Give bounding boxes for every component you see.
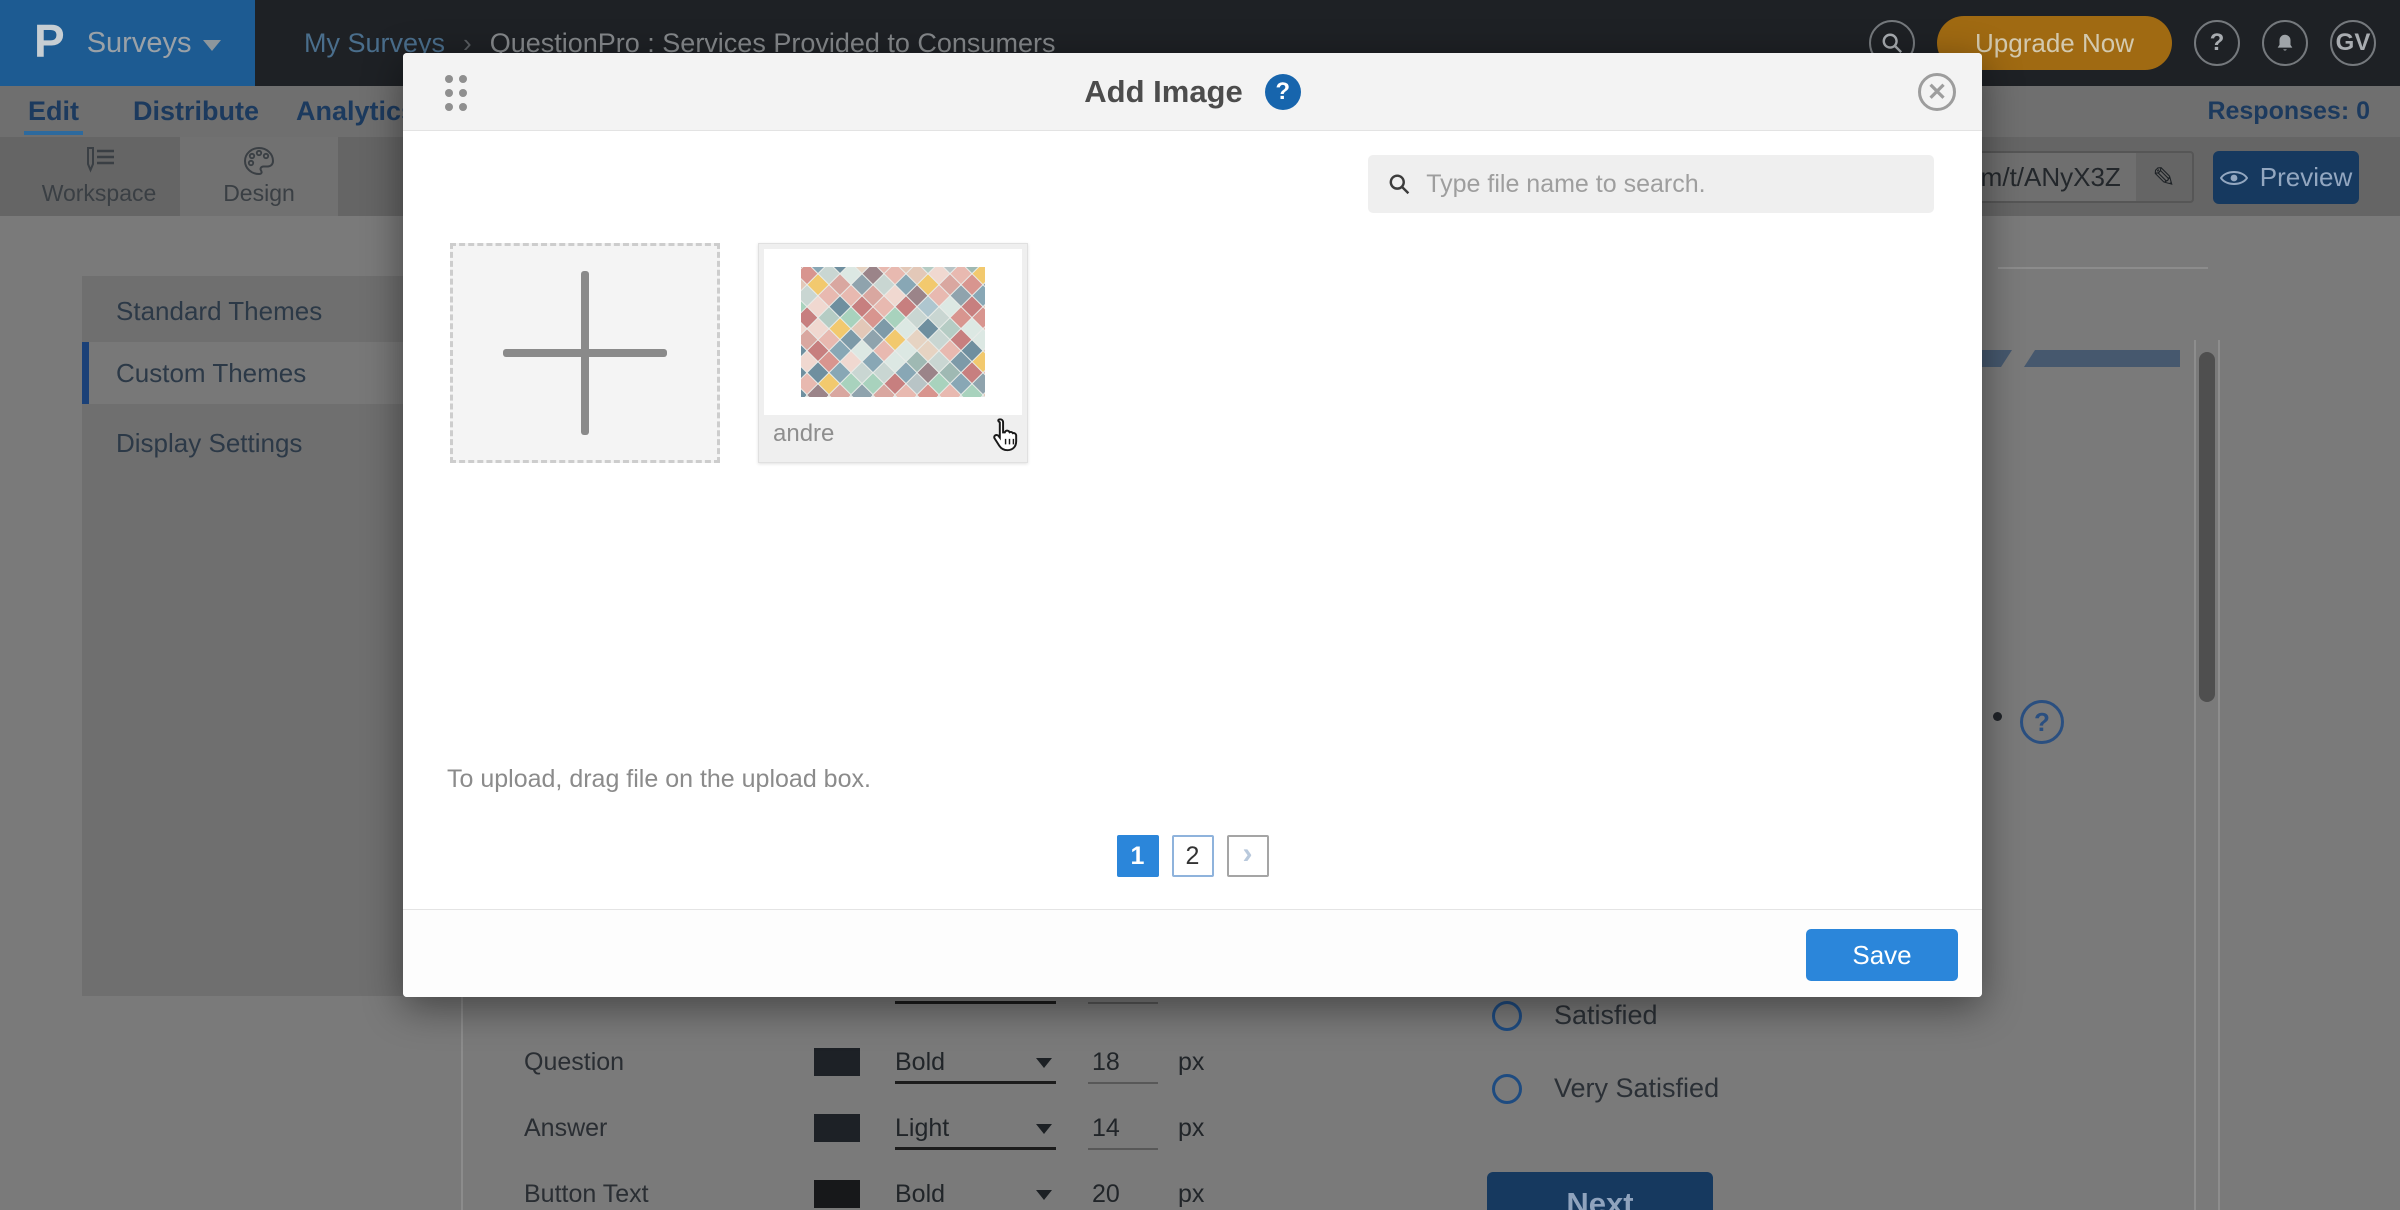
tab-distribute[interactable]: Distribute bbox=[133, 86, 259, 137]
preview-button[interactable]: Preview bbox=[2213, 151, 2359, 204]
toolbar-item-label: Design bbox=[223, 180, 295, 207]
notifications-button[interactable] bbox=[2262, 20, 2308, 66]
sidebar-item-label: Custom Themes bbox=[116, 358, 306, 389]
image-mat bbox=[764, 249, 1022, 415]
page-button-1[interactable]: 1 bbox=[1117, 835, 1159, 877]
font-size-input[interactable]: 14 bbox=[1088, 1114, 1158, 1150]
file-search[interactable] bbox=[1368, 155, 1934, 213]
product-switcher[interactable]: P Surveys bbox=[0, 0, 255, 86]
next-page-button[interactable]: › bbox=[1227, 835, 1269, 877]
pencil-tip-icon bbox=[1993, 712, 2002, 721]
avatar-initials: GV bbox=[2336, 29, 2371, 57]
color-swatch[interactable] bbox=[814, 1180, 860, 1208]
sidebar-item-display-settings[interactable]: Display Settings bbox=[82, 412, 403, 474]
tab-edit[interactable]: Edit bbox=[28, 86, 79, 137]
sidebar-item-label: Standard Themes bbox=[116, 296, 322, 327]
scrollbar-thumb[interactable] bbox=[2199, 352, 2215, 702]
question-icon: ? bbox=[2210, 29, 2225, 57]
preview-label: Preview bbox=[2260, 162, 2352, 193]
answer-option-very-satisfied[interactable]: Very Satisfied bbox=[1492, 1073, 1719, 1104]
modal-help-icon[interactable]: ? bbox=[1265, 74, 1301, 110]
unit-label: px bbox=[1178, 1114, 1204, 1143]
sidebar-item-label: Display Settings bbox=[116, 428, 302, 459]
palette-icon bbox=[242, 146, 276, 176]
edit-url-pencil-icon[interactable]: ✎ bbox=[2136, 161, 2192, 194]
sidebar-item-standard-themes[interactable]: Standard Themes bbox=[82, 280, 403, 342]
plus-icon bbox=[503, 271, 667, 435]
page-button-2[interactable]: 2 bbox=[1172, 835, 1214, 877]
close-icon[interactable]: ✕ bbox=[1918, 73, 1956, 111]
tab-analytics[interactable]: Analytics bbox=[296, 86, 416, 137]
question-help-icon[interactable]: ? bbox=[2020, 700, 2064, 744]
font-size-input[interactable]: 18 bbox=[1088, 1048, 1158, 1084]
modal-footer: Save bbox=[403, 909, 1982, 997]
unit-label: px bbox=[1178, 1048, 1204, 1077]
search-icon bbox=[1881, 32, 1903, 54]
bell-icon bbox=[2274, 32, 2296, 54]
survey-card-border bbox=[461, 995, 463, 1210]
toolbar-item-design[interactable]: Design bbox=[180, 137, 338, 216]
progress-segment bbox=[2024, 350, 2180, 367]
questionpro-logo-icon: P bbox=[34, 18, 65, 64]
radio-icon[interactable] bbox=[1492, 1001, 1522, 1031]
survey-card-border bbox=[1998, 267, 2208, 269]
product-label: Surveys bbox=[87, 27, 192, 60]
upload-dropzone[interactable] bbox=[450, 243, 720, 463]
typography-row-question: Question Bold 18 px bbox=[0, 1048, 1400, 1088]
pagination: 1 2 › bbox=[403, 835, 1982, 877]
font-weight-value: Bold bbox=[895, 1180, 945, 1208]
themes-sidebar: Standard Themes Custom Themes Display Se… bbox=[82, 276, 403, 996]
font-weight-select[interactable]: Light bbox=[895, 1114, 1056, 1150]
toolbar-item-label: Workspace bbox=[42, 180, 157, 207]
toolbar-item-workspace[interactable]: Workspace bbox=[20, 137, 178, 216]
radio-icon[interactable] bbox=[1492, 1074, 1522, 1104]
responses-count: Responses: 0 bbox=[2207, 86, 2370, 137]
unit-label: px bbox=[1178, 1180, 1204, 1209]
modal-title: Add Image bbox=[1084, 74, 1242, 110]
modal-title-wrap: Add Image ? bbox=[403, 53, 1982, 131]
font-weight-select[interactable]: Bold bbox=[895, 1180, 1056, 1210]
font-weight-value: Light bbox=[895, 1114, 949, 1142]
radio-label: Very Satisfied bbox=[1554, 1073, 1719, 1104]
search-icon bbox=[1388, 172, 1410, 196]
product-menu[interactable]: Surveys bbox=[87, 27, 222, 60]
font-size-input[interactable]: 20 bbox=[1088, 1180, 1158, 1210]
chevron-down-icon bbox=[1036, 1124, 1052, 1134]
row-label: Answer bbox=[524, 1114, 607, 1143]
row-label: Button Text bbox=[524, 1180, 649, 1209]
color-swatch[interactable] bbox=[814, 1048, 860, 1076]
chevron-down-icon bbox=[203, 40, 221, 51]
typography-row-button-text: Button Text Bold 20 px bbox=[0, 1180, 1400, 1210]
active-item-accent bbox=[82, 342, 89, 404]
sidebar-item-custom-themes[interactable]: Custom Themes bbox=[82, 342, 403, 404]
chevron-down-icon bbox=[1036, 1058, 1052, 1068]
file-name-label: andre bbox=[773, 420, 834, 448]
typography-row-answer: Answer Light 14 px bbox=[0, 1114, 1400, 1154]
app-root: P Surveys My Surveys › QuestionPro : Ser… bbox=[0, 0, 2400, 1210]
question-glyph: ? bbox=[2034, 707, 2050, 738]
eye-icon bbox=[2220, 168, 2248, 188]
mosaic-thumbnail-image bbox=[801, 267, 985, 397]
upload-hint-text: To upload, drag file on the upload box. bbox=[447, 765, 871, 794]
font-weight-value: Bold bbox=[895, 1048, 945, 1076]
answer-option-satisfied[interactable]: Satisfied bbox=[1492, 1000, 1658, 1031]
font-weight-select[interactable]: Bold bbox=[895, 1048, 1056, 1084]
add-image-modal: Add Image ? ✕ andre To upload, d bbox=[403, 53, 1982, 997]
save-button[interactable]: Save bbox=[1806, 929, 1958, 981]
chevron-down-icon bbox=[1036, 1190, 1052, 1200]
radio-label: Satisfied bbox=[1554, 1000, 1658, 1031]
search-input[interactable] bbox=[1426, 170, 1914, 199]
image-file-card[interactable]: andre bbox=[758, 243, 1028, 463]
workspace-icon bbox=[81, 146, 117, 176]
avatar[interactable]: GV bbox=[2330, 20, 2376, 66]
row-label: Question bbox=[524, 1048, 624, 1077]
hand-cursor-icon bbox=[987, 415, 1021, 460]
modal-header: Add Image ? ✕ bbox=[403, 53, 1982, 131]
color-swatch[interactable] bbox=[814, 1114, 860, 1142]
question-glyph: ? bbox=[1275, 78, 1290, 106]
next-button[interactable]: Next bbox=[1487, 1172, 1713, 1210]
help-button[interactable]: ? bbox=[2194, 20, 2240, 66]
chevron-right-icon: › bbox=[1243, 837, 1253, 871]
